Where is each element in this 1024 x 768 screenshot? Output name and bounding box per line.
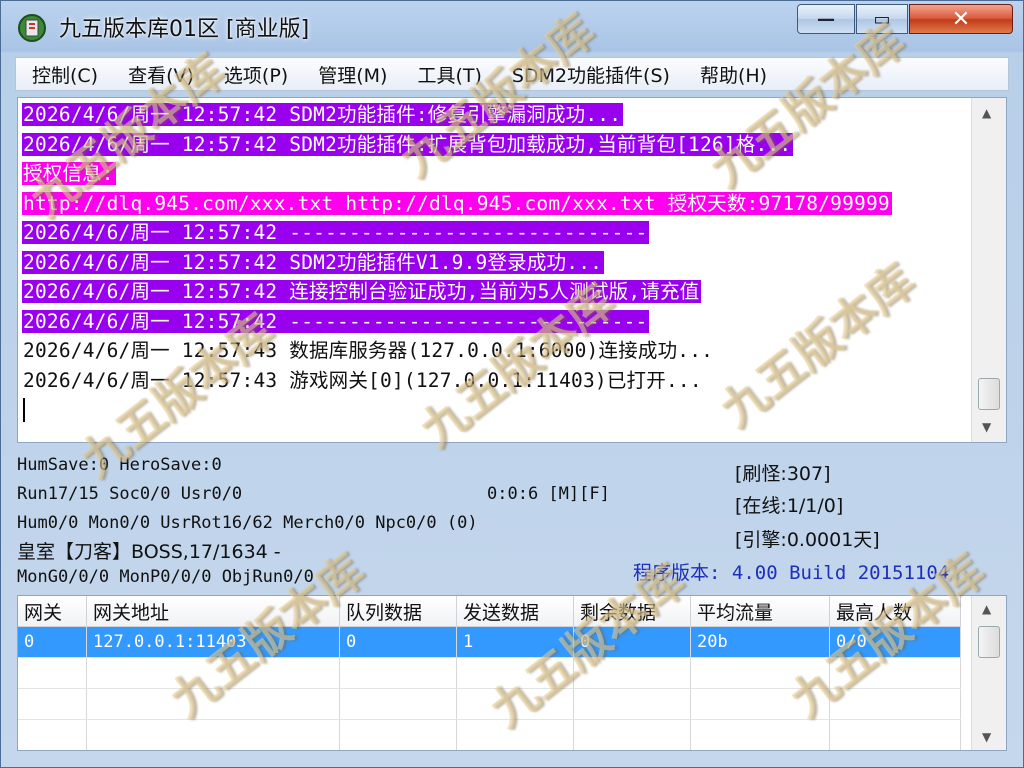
scroll-thumb[interactable] [978,378,1000,410]
close-icon: ✕ [951,6,971,32]
maximize-icon: ▭ [873,8,891,30]
text-caret [23,398,25,422]
table-header-row: 网关 网关地址 队列数据 发送数据 剩余数据 平均流量 最高人数 [18,596,961,627]
log-line: 2026/4/6/周一 12:57:43 游戏网关[0](127.0.0.1:1… [22,366,892,396]
log-line: 2026/4/6/周一 12:57:42 SDM2功能插件:扩展背包加载成功,当… [22,130,892,160]
run-text: Run17/15 Soc0/0 Usr0/0 [17,484,243,504]
table-cell: 1 [456,626,574,658]
title-bar[interactable]: 九五版本库01区 [商业版] — ▭ ✕ [1,1,1023,53]
status-panel: HumSave:0 HeroSave:0 Run17/15 Soc0/0 Usr… [17,447,1007,593]
hum-text: Hum0/0 Mon0/0 UsrRot16/62 Merch0/0 Npc0/… [17,513,478,533]
menu-manage[interactable]: 管理(M) [302,61,387,88]
table-cell: 20b [690,626,830,658]
col-header[interactable]: 发送数据 [456,596,574,627]
scroll-up-icon[interactable]: ▲ [982,602,991,616]
engine-text: [引擎:0.0001天] [735,529,880,551]
log-line-text: 2026/4/6/周一 12:57:43 数据库服务器(127.0.0.1:60… [23,339,714,362]
close-button[interactable]: ✕ [909,4,1013,34]
log-line: 2026/4/6/周一 12:57:43 数据库服务器(127.0.0.1:60… [22,336,892,366]
table-row[interactable] [18,657,961,689]
menu-control[interactable]: 控制(C) [16,61,98,88]
boss-text: 皇室【刀客】BOSS,17/1634 - [17,541,281,563]
col-header[interactable]: 最高人数 [829,596,961,627]
table-cell: 0 [18,626,87,658]
scroll-thumb[interactable] [978,626,1000,658]
scroll-down-icon[interactable]: ▼ [982,420,991,434]
log-line-text: http://dlq.945.com/xxx.txt http://dlq.94… [22,191,892,215]
mon-text: MonG0/0/0 MonP0/0/0 ObjRun0/0 [17,567,314,587]
table-cell: 127.0.0.1:11403 [86,626,340,658]
log-line-text: 2026/4/6/周一 12:57:42 SDM2功能插件:修复引擎漏洞成功..… [22,103,624,126]
log-lines: 2026/4/6/周一 12:57:42 SDM2功能插件:修复引擎漏洞成功..… [22,100,892,395]
timer-text: 0:0:6 [M][F] [487,484,610,504]
menu-tools[interactable]: 工具(T) [401,61,481,88]
main-window: 九五版本库01区 [商业版] — ▭ ✕ 控制(C) 查看(V) 选项(P) 管… [0,0,1024,768]
log-line: http://dlq.945.com/xxx.txt http://dlq.94… [22,189,892,219]
menu-help[interactable]: 帮助(H) [684,61,767,88]
window-title: 九五版本库01区 [商业版] [59,17,310,42]
log-line: 2026/4/6/周一 12:57:42 -------------------… [22,218,892,248]
table-row[interactable] [18,688,961,720]
log-line-text: 2026/4/6/周一 12:57:42 -------------------… [22,309,650,333]
log-line-text: 2026/4/6/周一 12:57:42 -------------------… [22,221,650,244]
col-header[interactable]: 平均流量 [690,596,830,627]
version-text: 程序版本: 4.00 Build 20151104 [633,562,950,584]
log-line: 2026/4/6/周一 12:57:42 -------------------… [22,307,892,337]
menu-sdm2-plugin[interactable]: SDM2功能插件(S) [496,61,670,88]
menu-bar: 控制(C) 查看(V) 选项(P) 管理(M) 工具(T) SDM2功能插件(S… [15,57,1009,91]
minimize-icon: — [817,8,835,30]
col-header[interactable]: 队列数据 [339,596,457,627]
log-line-text: 2026/4/6/周一 12:57:42 SDM2功能插件:扩展背包加载成功,当… [22,132,794,156]
log-textarea[interactable]: 2026/4/6/周一 12:57:42 SDM2功能插件:修复引擎漏洞成功..… [17,97,1007,443]
table-cell: 0/0 [829,626,961,658]
menu-options[interactable]: 选项(P) [208,61,288,88]
log-line: 2026/4/6/周一 12:57:42 SDM2功能插件:修复引擎漏洞成功..… [22,100,892,130]
log-scrollbar[interactable]: ▲ ▼ [971,98,1006,442]
log-line: 授权信息: [22,159,892,189]
maximize-button[interactable]: ▭ [856,4,908,34]
table-row[interactable]: 0 127.0.0.1:11403 0 1 0 20b 0/0 [18,626,961,658]
menu-view[interactable]: 查看(V) [112,61,194,88]
log-line-text: 2026/4/6/周一 12:57:43 游戏网关[0](127.0.0.1:1… [23,368,702,392]
table-cell: 0 [573,626,691,658]
gateway-table[interactable]: 网关 网关地址 队列数据 发送数据 剩余数据 平均流量 最高人数 0 127.0… [17,595,1007,751]
col-header[interactable]: 网关地址 [86,596,340,627]
log-line: 2026/4/6/周一 12:57:42 SDM2功能插件V1.9.9登录成功.… [22,248,892,278]
table-cell: 0 [339,626,457,658]
col-header[interactable]: 剩余数据 [573,596,691,627]
log-line-text: 授权信息: [22,162,116,185]
app-icon [18,14,46,42]
log-line-text: 2026/4/6/周一 12:57:42 SDM2功能插件V1.9.9登录成功.… [22,250,605,274]
hum-save-text: HumSave:0 HeroSave:0 [17,455,222,475]
col-header[interactable]: 网关 [18,596,87,627]
scroll-down-icon[interactable]: ▼ [982,730,991,744]
table-row[interactable] [18,719,961,750]
online-text: [在线:1/1/0] [735,495,844,517]
log-line-text: 2026/4/6/周一 12:57:42 连接控制台验证成功,当前为5人测试版,… [22,280,702,303]
scroll-up-icon[interactable]: ▲ [982,106,991,120]
refresh-monster-text: [刷怪:307] [735,463,831,485]
log-line: 2026/4/6/周一 12:57:42 连接控制台验证成功,当前为5人测试版,… [22,277,892,307]
table-scrollbar[interactable]: ▲ ▼ [971,596,1006,750]
minimize-button[interactable]: — [797,4,855,34]
